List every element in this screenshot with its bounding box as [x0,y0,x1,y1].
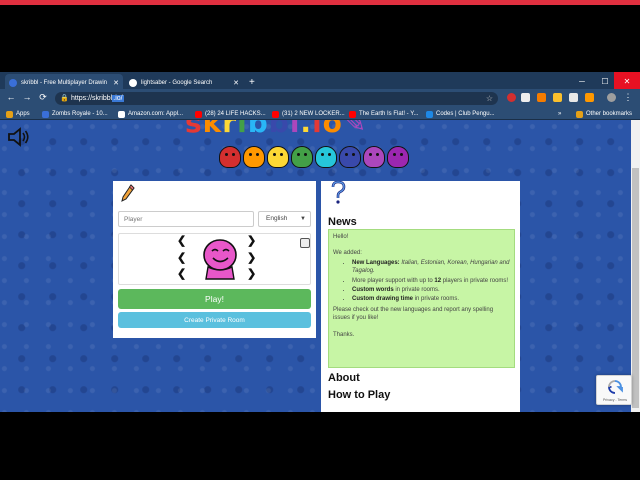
language-select-value: English [266,215,288,222]
address-selection: .io/ [112,95,124,102]
logo-avatar [291,146,313,168]
logo-avatar [339,146,361,168]
youtube-icon [272,110,279,118]
tab-title: skribbl - Free Multiplayer Drawin [21,79,108,86]
forward-button[interactable]: → [21,92,33,102]
extension-icon[interactable] [507,93,516,102]
close-tab-icon[interactable]: ✕ [109,79,119,87]
bookmark-item[interactable]: (28) 24 LIFE HACKS... [195,108,266,120]
address-text: https://skribbl [71,95,113,102]
recaptcha-icon [608,380,623,394]
randomize-dice-icon[interactable] [300,238,310,248]
bookmarks-bar: Apps Zombs Royale - 10... Amazon.com: Ap… [0,106,640,120]
bookmark-item[interactable]: Codes | Club Pengu... [426,108,495,120]
logo-avatar [243,146,265,168]
info-panel: News Hello! We added: New Languages: Ita… [321,181,520,412]
new-tab-button[interactable]: + [249,78,255,88]
list-item: Custom drawing time in private rooms. [352,295,510,303]
player-name-input[interactable] [118,211,254,227]
extension-icon[interactable] [585,93,594,102]
extension-icon[interactable] [521,93,530,102]
back-button[interactable]: ← [5,92,17,102]
bookmark-favicon-icon [42,110,49,118]
bookmark-item[interactable]: Zombs Royale - 10... [42,108,108,120]
how-to-play-heading: How to Play [328,389,391,401]
extension-icon[interactable] [537,93,546,102]
scrollbar-thumb[interactable] [632,168,639,408]
recaptcha-text: Privacy - Terms [602,398,628,402]
news-outro: Please check out the new languages and r… [333,306,494,322]
prev-mouth-arrow-icon[interactable]: ❮ [177,253,186,264]
news-greeting: Hello! [333,234,349,240]
create-private-room-button[interactable]: Create Private Room [118,312,311,328]
bookmark-apps[interactable]: Apps [6,108,30,120]
news-thanks: Thanks. [333,331,355,338]
news-list: New Languages: Italian, Estonian, Korean… [352,259,510,304]
amazon-favicon-icon [118,110,125,118]
chevron-down-icon: ▼ [300,216,306,222]
logo-avatar [315,146,337,168]
pencil-icon [121,184,135,202]
youtube-icon [195,110,202,118]
apps-grid-icon [6,110,13,118]
address-bar[interactable]: 🔒 https://skribbl.io/ ☆ [55,92,498,105]
list-item: Custom words in private rooms. [352,286,510,294]
skribbl-logo: skribbl.io✎ [185,120,367,136]
next-mouth-arrow-icon[interactable]: ❯ [247,253,256,264]
bookmark-item[interactable]: (31) 2 NEW LOCKER... [272,108,345,120]
page-viewport: skribbl.io✎ English ▼ ❮ ❮ ❮ [0,120,631,412]
lock-icon: 🔒 [60,95,69,102]
logo-avatar [387,146,409,168]
avatar-customizer: ❮ ❮ ❮ ❯ ❯ ❯ [118,233,311,285]
prev-eyes-arrow-icon[interactable]: ❮ [177,236,186,247]
logo-avatar [267,146,289,168]
logo-avatar [219,146,241,168]
speaker-icon[interactable] [6,126,30,148]
play-button[interactable]: Play! [118,289,311,309]
bookmark-star-icon[interactable]: ☆ [486,92,493,105]
extension-icon[interactable] [553,93,562,102]
list-item: More player support with up to 12 player… [352,277,510,285]
clubpenguin-favicon-icon [426,110,433,118]
news-box: Hello! We added: New Languages: Italian,… [328,229,515,368]
logo-avatars [219,146,409,170]
youtube-icon [349,110,356,118]
reload-button[interactable]: ⟳ [37,92,49,103]
page-scrollbar[interactable] [631,120,640,412]
skribbl-favicon-icon [9,78,17,87]
next-eyes-arrow-icon[interactable]: ❯ [247,236,256,247]
google-favicon-icon [129,78,137,87]
question-mark-icon [331,181,346,204]
folder-icon [576,110,583,118]
tab-title: lightsaber - Google Search [141,79,213,86]
login-panel: English ▼ ❮ ❮ ❮ ❯ ❯ ❯ Play! Create Priva… [113,181,316,338]
bookmark-item[interactable]: The Earth Is Flat! - Y... [349,108,418,120]
menu-icon[interactable]: ⋮ [622,92,634,103]
extension-icon[interactable] [569,93,578,102]
player-avatar [203,239,237,280]
news-intro: We added: [333,250,362,257]
about-heading: About [328,372,360,384]
logo-avatar [363,146,385,168]
prev-color-arrow-icon[interactable]: ❮ [177,269,186,280]
bookmark-item[interactable]: Amazon.com: Appl... [118,108,183,120]
other-bookmarks[interactable]: Other bookmarks [576,108,632,120]
profile-avatar[interactable] [607,93,616,102]
more-bookmarks-chevron[interactable]: » [558,108,561,120]
language-select[interactable]: English ▼ [258,211,311,227]
next-color-arrow-icon[interactable]: ❯ [247,269,256,280]
recaptcha-badge[interactable]: Privacy - Terms [596,375,632,405]
close-tab-icon[interactable]: ✕ [229,79,239,87]
window-top-border [0,0,640,5]
list-item: New Languages: Italian, Estonian, Korean… [352,259,510,276]
news-heading: News [328,216,357,228]
